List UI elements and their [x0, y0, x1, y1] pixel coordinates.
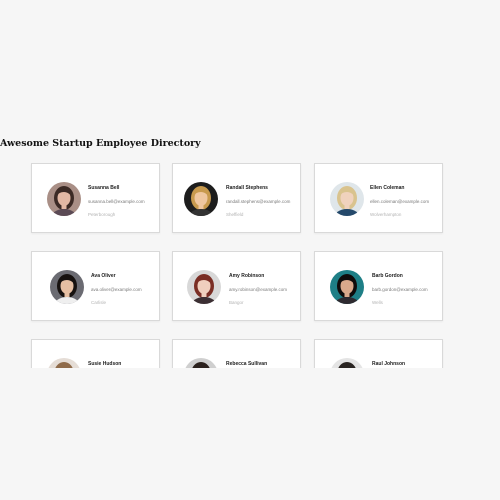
employee-city: Wells	[372, 300, 383, 305]
employee-name: Raul Johnson	[372, 361, 406, 367]
avatar-woman-black-hair	[50, 270, 84, 304]
employee-email: susanna.bell@example.com	[88, 199, 145, 204]
avatar-woman-dark-hair-2	[184, 358, 218, 368]
employee-card[interactable]: Raul Johnson	[314, 339, 443, 368]
employee-name: Amy Robinson	[229, 273, 265, 279]
employee-card[interactable]: Barb Gordon barb.gordon@example.com Wells	[314, 251, 443, 321]
avatar-man-dark-hair	[330, 358, 364, 368]
employee-name: Susanna Bell	[88, 185, 120, 191]
employee-email: ava.oliver@example.com	[91, 287, 142, 292]
employee-card[interactable]: Ava Oliver ava.oliver@example.com Carlisle	[31, 251, 160, 321]
avatar-woman-teal-background	[330, 270, 364, 304]
employee-name: Barb Gordon	[372, 273, 403, 279]
employee-name: Rebecca Sullivan	[226, 361, 268, 367]
employee-name: Ellen Coleman	[370, 185, 405, 191]
avatar-man-blond	[184, 182, 218, 216]
employee-name: Ava Oliver	[91, 273, 116, 279]
employee-email: randall.stephens@example.com	[226, 199, 291, 204]
employee-card[interactable]: Susanna Bell susanna.bell@example.com Pete…	[31, 163, 160, 233]
employee-email: ellen.coleman@example.com	[370, 199, 430, 204]
employee-city: Peterborough	[88, 212, 116, 217]
employee-card[interactable]: Ellen Coleman ellen.coleman@example.com Wo…	[314, 163, 443, 233]
employee-city: Carlisle	[91, 300, 107, 305]
avatar-woman-blonde	[330, 182, 364, 216]
avatar-woman-dark-hair	[47, 182, 81, 216]
employee-email: barb.gordon@example.com	[372, 287, 428, 292]
employee-name: Randall Stephens	[226, 185, 268, 191]
employee-city: Bangor	[229, 300, 244, 305]
avatar-woman-red-hair	[187, 270, 221, 304]
employee-name: Susie Hudson	[88, 361, 122, 367]
employee-directory-page: Awesome Startup Employee Directory Susan…	[0, 0, 500, 500]
employee-city: Sheffield	[226, 212, 244, 217]
employee-grid: Susanna Bell susanna.bell@example.com Pete…	[0, 0, 500, 368]
employee-city: Wolverhampton	[370, 212, 402, 217]
avatar-woman-light-brown-hair	[47, 358, 81, 368]
employee-card[interactable]: Amy Robinson amy.robinson@example.com Bang…	[172, 251, 301, 321]
employee-card[interactable]: Rebecca Sullivan	[172, 339, 301, 368]
employee-email: amy.robinson@example.com	[229, 287, 288, 292]
employee-card[interactable]: Susie Hudson	[31, 339, 160, 368]
employee-card[interactable]: Randall Stephens randall.stephens@example…	[172, 163, 301, 233]
